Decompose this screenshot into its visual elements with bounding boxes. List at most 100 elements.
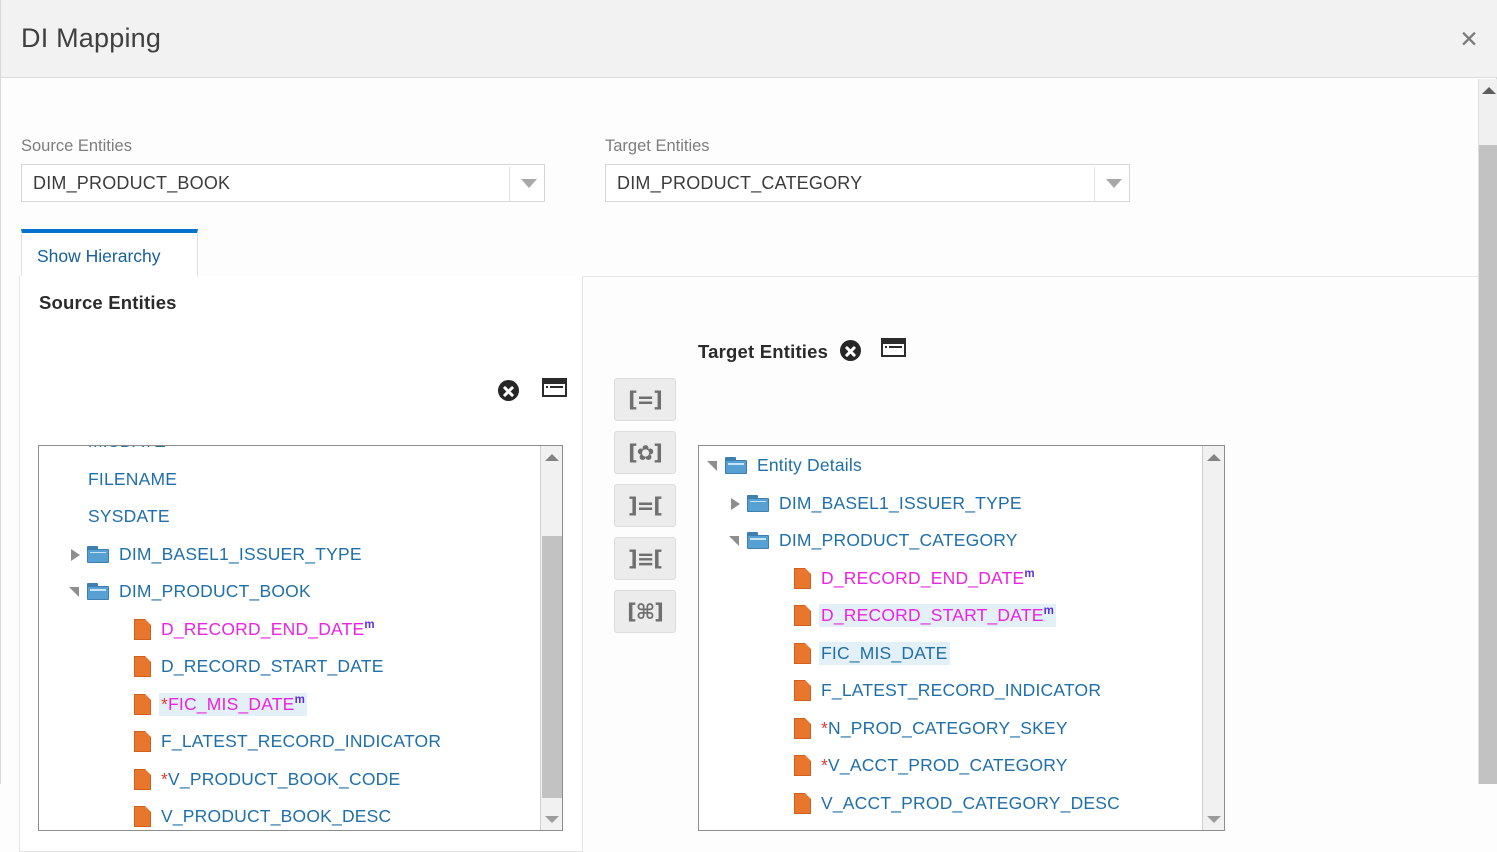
list-view-icon-target[interactable]: [881, 338, 906, 357]
folder-icon: [747, 494, 769, 512]
tab-strip: Show Hierarchy: [21, 229, 1481, 277]
tree-node-label: DIM_BASEL1_ISSUER_TYPE: [779, 492, 1022, 513]
file-icon: [794, 605, 811, 627]
tree-node-label: DIM_BASEL1_ISSUER_TYPE: [119, 543, 362, 564]
circle-x-icon-target[interactable]: [840, 340, 861, 361]
map-function-button[interactable]: [✿]: [614, 431, 676, 474]
tree-node[interactable]: V_ACCT_PROD_CATEGORY_DESC: [699, 785, 1202, 823]
tree-node-label: D_RECORD_END_DATEm: [821, 567, 1035, 588]
tree-node-label: *V_ACCT_PROD_CATEGORY: [821, 755, 1068, 776]
target-entities-panel-title: Target Entities: [698, 341, 829, 362]
tree-node[interactable]: D_RECORD_START_DATE: [39, 648, 540, 686]
file-icon: [134, 618, 151, 640]
expand-triangle-icon[interactable]: [65, 536, 87, 574]
file-icon: [134, 806, 151, 828]
target-entities-select-value: DIM_PRODUCT_CATEGORY: [617, 173, 863, 193]
unmap-all-button[interactable]: ]≡[: [614, 537, 676, 580]
file-icon: [794, 792, 811, 814]
file-icon: [794, 642, 811, 664]
tree-node[interactable]: SYSDATE: [39, 498, 540, 536]
close-icon[interactable]: ✕: [1456, 28, 1482, 54]
chevron-down-icon[interactable]: [1095, 165, 1132, 201]
target-tree-scrollbar[interactable]: [1202, 446, 1224, 830]
target-entities-tree[interactable]: Entity Details DIM_BASEL1_ISSUER_TYPE DIM_…: [698, 445, 1225, 831]
tree-node-label: FIC_MIS_DATE: [819, 641, 950, 665]
scroll-up-arrow-target[interactable]: [1203, 446, 1224, 468]
tree-node[interactable]: *FIC_MIS_DATEm: [39, 686, 540, 724]
tree-node-label: F_LATEST_RECORD_INDICATOR: [821, 680, 1102, 701]
expand-triangle-icon[interactable]: [725, 485, 747, 523]
file-icon: [794, 680, 811, 702]
dialog-body: Source Entities DIM_PRODUCT_BOOK Target …: [1, 79, 1497, 852]
source-entities-label: Source Entities: [21, 137, 132, 155]
tree-node[interactable]: *V_ACCT_PROD_CATEGORY: [699, 747, 1202, 785]
tree-node[interactable]: D_RECORD_END_DATEm: [699, 560, 1202, 598]
tree-node-label: D_RECORD_START_DATEm: [819, 604, 1056, 628]
tree-node-label: D_RECORD_END_DATEm: [161, 618, 375, 639]
tree-node[interactable]: DIM_PRODUCT_BOOK: [39, 573, 540, 611]
tree-node[interactable]: D_RECORD_START_DATEm: [699, 597, 1202, 635]
source-entities-panel-title: Source Entities: [39, 292, 177, 313]
file-icon: [134, 731, 151, 753]
tree-node[interactable]: DIM_BASEL1_ISSUER_TYPE: [699, 485, 1202, 523]
scrollbar-thumb-source[interactable]: [542, 536, 562, 798]
scrollbar-thumb-dialog[interactable]: [1479, 145, 1497, 784]
collapse-triangle-icon[interactable]: [703, 447, 725, 485]
tree-node-label: MISDATE: [86, 446, 168, 453]
tree-node[interactable]: DIM_BASEL1_ISSUER_TYPE: [39, 536, 540, 574]
tree-node-label: *N_PROD_CATEGORY_SKEY: [821, 717, 1068, 738]
tree-node-label: DIM_PRODUCT_CATEGORY: [779, 530, 1018, 551]
target-entities-label: Target Entities: [605, 137, 710, 155]
list-view-icon-source[interactable]: [542, 378, 567, 397]
source-entities-tree[interactable]: MISDATE FILENAME SYSDATE DIM_BASEL1_ISSUER_…: [38, 445, 563, 831]
scroll-down-arrow-target[interactable]: [1203, 808, 1224, 830]
tree-node-label: FILENAME: [88, 468, 178, 489]
scroll-up-arrow-dialog[interactable]: [1479, 82, 1497, 98]
tree-node[interactable]: DIM_PRODUCT_CATEGORY: [699, 522, 1202, 560]
unmap-equal-button[interactable]: ]=[: [614, 484, 676, 527]
map-equal-button[interactable]: [=]: [614, 378, 676, 421]
auto-map-button[interactable]: [⌘]: [614, 590, 676, 633]
collapse-triangle-icon[interactable]: [725, 522, 747, 560]
circle-x-icon-source[interactable]: [498, 380, 519, 401]
tree-node-label: SYSDATE: [88, 506, 170, 527]
mapping-operations-toolbar: [=] [✿] ]=[ ]≡[ [⌘]: [614, 378, 676, 643]
source-tree-rows: MISDATE FILENAME SYSDATE DIM_BASEL1_ISSUER_…: [39, 446, 540, 830]
source-entities-select-value: DIM_PRODUCT_BOOK: [33, 173, 231, 193]
folder-icon: [725, 457, 747, 475]
folder-icon: [87, 583, 109, 601]
tree-node[interactable]: Entity Details: [699, 447, 1202, 485]
tree-node[interactable]: F_LATEST_RECORD_INDICATOR: [39, 723, 540, 761]
file-icon: [134, 768, 151, 790]
tree-node[interactable]: F_LATEST_RECORD_INDICATOR: [699, 672, 1202, 710]
scroll-up-arrow-source[interactable]: [541, 446, 562, 468]
tree-node-label: F_LATEST_RECORD_INDICATOR: [161, 731, 442, 752]
collapse-triangle-icon[interactable]: [65, 573, 87, 611]
tree-node[interactable]: V_PRODUCT_BOOK_DESC: [39, 798, 540, 830]
tree-node[interactable]: *N_PROD_CATEGORY_SKEY: [699, 710, 1202, 748]
tree-node[interactable]: D_RECORD_END_DATEm: [39, 611, 540, 649]
tree-node[interactable]: MISDATE: [39, 446, 540, 461]
di-mapping-dialog: DI Mapping ✕ Source Entities DIM_PRODUCT…: [0, 0, 1497, 852]
tree-node[interactable]: FILENAME: [39, 461, 540, 499]
tab-show-hierarchy[interactable]: Show Hierarchy: [21, 229, 198, 277]
source-tree-scrollbar[interactable]: [540, 446, 562, 830]
tree-node-label: V_PRODUCT_BOOK_DESC: [161, 806, 392, 827]
file-icon: [794, 717, 811, 739]
tree-node-label: D_RECORD_START_DATE: [161, 656, 384, 677]
tree-node-label: *V_PRODUCT_BOOK_CODE: [161, 768, 401, 789]
tree-node[interactable]: *V_PRODUCT_BOOK_CODE: [39, 761, 540, 799]
target-entities-select[interactable]: DIM_PRODUCT_CATEGORY: [605, 164, 1130, 202]
scroll-down-arrow-source[interactable]: [541, 808, 562, 830]
file-icon: [794, 567, 811, 589]
tree-node-label: V_ACCT_PROD_CATEGORY_DESC: [821, 792, 1121, 813]
tree-node-label: DIM_PRODUCT_BOOK: [119, 581, 311, 602]
target-tree-rows: Entity Details DIM_BASEL1_ISSUER_TYPE DIM_…: [699, 447, 1202, 822]
tree-node[interactable]: FIC_MIS_DATE: [699, 635, 1202, 673]
chevron-down-icon[interactable]: [510, 165, 547, 201]
folder-icon: [747, 532, 769, 550]
source-entities-select[interactable]: DIM_PRODUCT_BOOK: [21, 164, 545, 202]
file-icon: [134, 656, 151, 678]
tree-node-label: *FIC_MIS_DATEm: [159, 692, 307, 716]
dialog-scrollbar[interactable]: [1478, 79, 1497, 784]
